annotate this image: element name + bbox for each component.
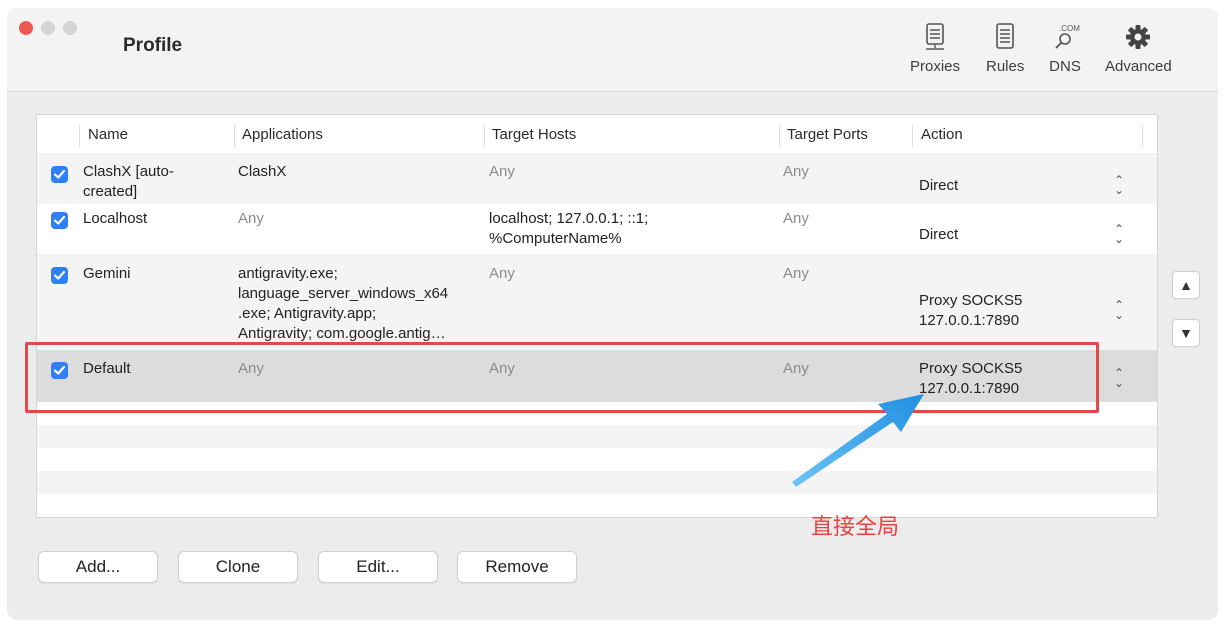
annotation-label: 直接全局 (811, 515, 900, 540)
annotation-arrow-icon (792, 394, 924, 487)
